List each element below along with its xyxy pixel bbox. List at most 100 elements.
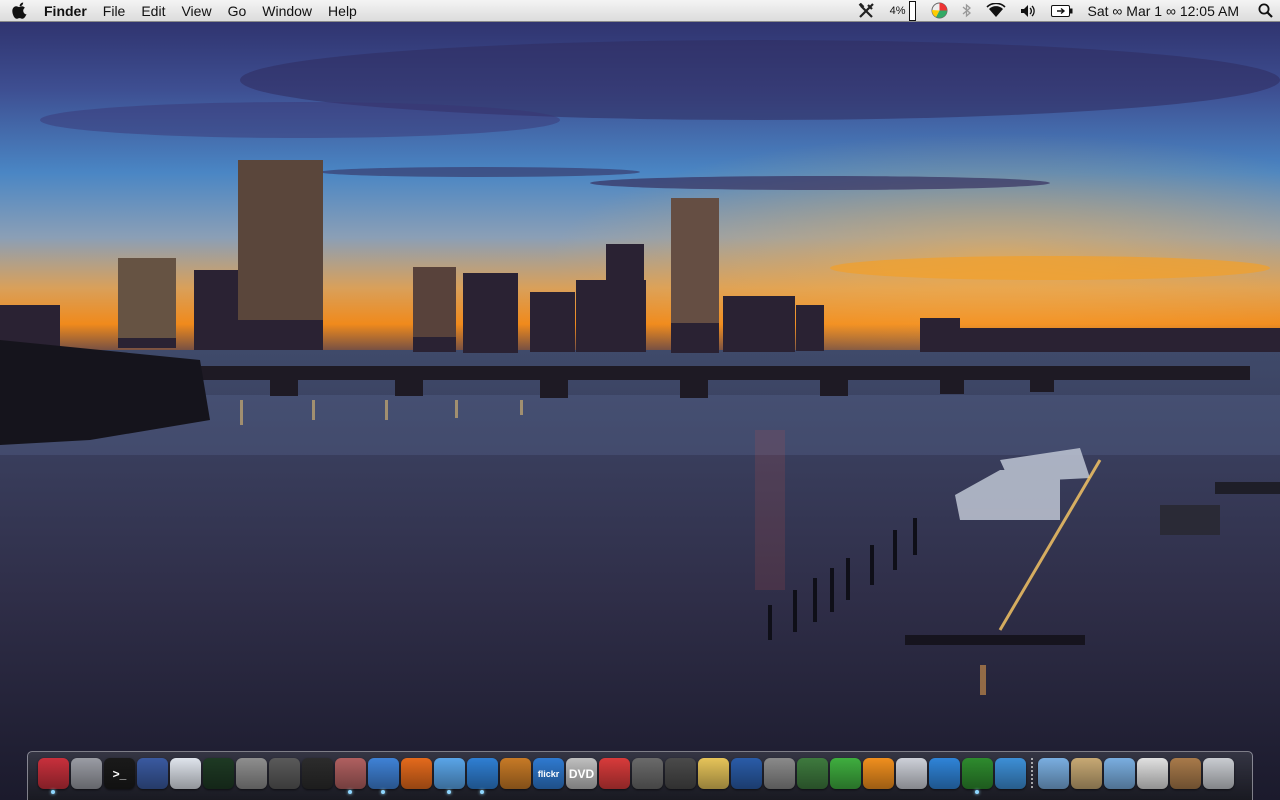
apple-icon[interactable] [0, 0, 40, 22]
dock-item-adium[interactable] [961, 752, 994, 796]
dock-item-downloads-folder[interactable] [1103, 752, 1136, 796]
dock-item-finder[interactable] [37, 752, 70, 796]
dock-item-mail-drafts[interactable] [1136, 752, 1169, 796]
bar-chart-icon [797, 758, 828, 789]
dock-item-expose[interactable] [730, 752, 763, 796]
dock-separator [1027, 752, 1037, 792]
itunes-icon [434, 758, 465, 789]
menu-edit[interactable]: Edit [133, 0, 173, 22]
photo-stack-icon [1170, 758, 1201, 789]
dock-item-firefox[interactable] [400, 752, 433, 796]
dock-stacks [1037, 752, 1235, 796]
duck-icon [830, 758, 861, 789]
wave-icon [929, 758, 960, 789]
film-icon [665, 758, 696, 789]
dock-item-itunes[interactable] [433, 752, 466, 796]
dock-item-disk-utility[interactable] [235, 752, 268, 796]
pie-chart-icon[interactable] [924, 0, 955, 22]
dvd-icon: DVD [566, 758, 597, 789]
dock-item-vmware[interactable] [763, 752, 796, 796]
quicktime-icon [467, 758, 498, 789]
dock-item-terminal[interactable]: >_ [103, 752, 136, 796]
dock-icon-label: >_ [112, 766, 127, 781]
menu-view[interactable]: View [173, 0, 219, 22]
dock-item-system-preferences[interactable] [70, 752, 103, 796]
flickr-icon: flickr [533, 758, 564, 789]
dock-item-trash[interactable] [1202, 752, 1235, 796]
network-icon [137, 758, 168, 789]
memory-bar-icon [908, 0, 916, 21]
dock-item-applications-folder[interactable] [1037, 752, 1070, 796]
dock-item-notes[interactable] [697, 752, 730, 796]
finder-icon [38, 758, 69, 789]
dock-icon-label: DVD [568, 766, 595, 781]
spotlight-icon[interactable] [1251, 0, 1280, 22]
terminal-icon: >_ [104, 758, 135, 789]
dock-item-airport[interactable] [169, 752, 202, 796]
menu-help[interactable]: Help [320, 0, 365, 22]
volume-icon[interactable] [1013, 0, 1044, 22]
wifi-icon[interactable] [979, 0, 1013, 22]
wifi-icon [170, 758, 201, 789]
dock-item-quicktime[interactable] [466, 752, 499, 796]
dock-item-iphoto[interactable] [499, 752, 532, 796]
dock-applications: >_ flickr DVD [37, 752, 1027, 796]
hammer-wrench-icon[interactable] [851, 0, 883, 22]
mail-icon [1137, 758, 1168, 789]
dock-icon-label: flickr [537, 768, 560, 779]
trash-icon [1203, 758, 1234, 789]
cpu-meter[interactable]: 4% [883, 0, 924, 22]
dock-item-xcode-utility[interactable] [994, 752, 1027, 796]
dock-item-flickr-uploadr[interactable]: flickr [532, 752, 565, 796]
dock-item-dashboard[interactable] [301, 752, 334, 796]
stamp-icon [335, 758, 366, 789]
safari-icon [368, 758, 399, 789]
dock-item-grab[interactable] [268, 752, 301, 796]
dock-item-mail-stamp[interactable] [334, 752, 367, 796]
battery-icon[interactable] [1044, 0, 1080, 22]
dock-item-numbers-chart[interactable] [796, 752, 829, 796]
menu-file[interactable]: File [95, 0, 134, 22]
microphone-icon [632, 758, 663, 789]
dock-item-script-editor[interactable] [895, 752, 928, 796]
menu-app-name[interactable]: Finder [40, 0, 95, 22]
dock-item-photo-stack[interactable] [1169, 752, 1202, 796]
script-editor-icon [896, 758, 927, 789]
disk-utility-icon [236, 758, 267, 789]
gear-icon [71, 758, 102, 789]
dashboard-icon [302, 758, 333, 789]
grab-icon [269, 758, 300, 789]
desktop-wallpaper [0, 0, 1280, 800]
firefox-icon [401, 758, 432, 789]
status-area: 4% Sat ∞ Mar 1 ∞ 12:05 AM [851, 0, 1280, 22]
menu-bar: Finder File Edit View Go Window Help 4% … [0, 0, 1280, 22]
menu-clock[interactable]: Sat ∞ Mar 1 ∞ 12:05 AM [1080, 0, 1251, 22]
menu-go[interactable]: Go [220, 0, 255, 22]
dock-item-documents-folder[interactable] [1070, 752, 1103, 796]
cpu-percent: 4% [889, 4, 906, 17]
expose-icon [731, 758, 762, 789]
documents-icon [1071, 758, 1102, 789]
folder-icon [1038, 758, 1069, 789]
folder-icon [1104, 758, 1135, 789]
dock-item-wireshark[interactable] [928, 752, 961, 796]
starburst-icon [995, 758, 1026, 789]
transmission-icon [599, 758, 630, 789]
iphoto-icon [500, 758, 531, 789]
notepad-icon [698, 758, 729, 789]
vmware-icon [764, 758, 795, 789]
dock-item-pages[interactable] [862, 752, 895, 796]
menu-window[interactable]: Window [254, 0, 320, 22]
dock-item-network[interactable] [136, 752, 169, 796]
dock-item-cyberduck[interactable] [829, 752, 862, 796]
dock-item-transmission[interactable] [598, 752, 631, 796]
bluetooth-icon[interactable] [955, 0, 979, 22]
adium-icon [962, 758, 993, 789]
dock-item-film-editor[interactable] [664, 752, 697, 796]
pages-icon [863, 758, 894, 789]
dock-item-activity-monitor[interactable] [202, 752, 235, 796]
dock-item-safari[interactable] [367, 752, 400, 796]
dock-item-dvd-player[interactable]: DVD [565, 752, 598, 796]
dock-item-audio-hijack[interactable] [631, 752, 664, 796]
activity-monitor-icon [203, 758, 234, 789]
